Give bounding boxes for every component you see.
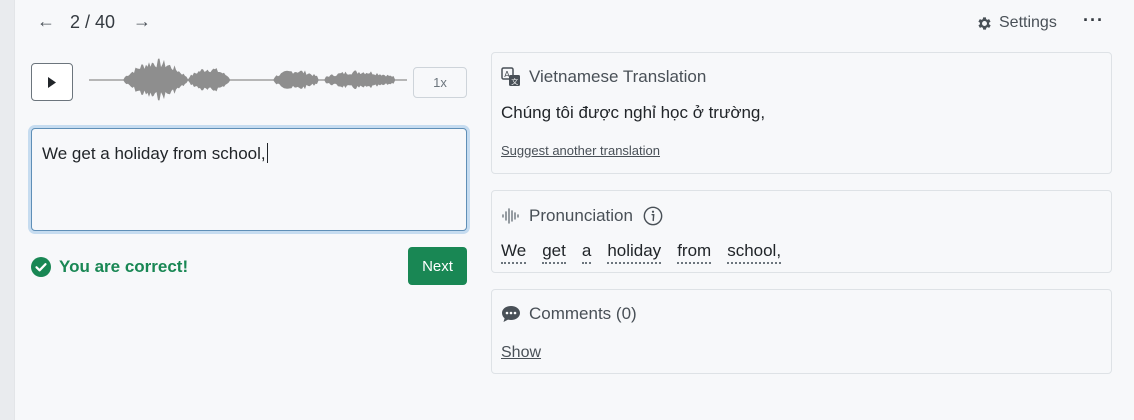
correct-message: You are correct!	[59, 257, 189, 276]
more-options-icon[interactable]: ···	[1083, 10, 1104, 31]
comments-card: Comments (0) Show	[491, 289, 1112, 374]
translation-title: Vietnamese Translation	[529, 67, 707, 86]
word-a[interactable]: a	[581, 241, 592, 264]
play-icon	[48, 76, 56, 88]
correct-feedback: You are correct!	[31, 257, 188, 277]
lesson-page: ← 2 / 40 → Settings ··· 1x We get a holi…	[14, 0, 1134, 420]
comment-icon	[502, 306, 520, 322]
translation-text: Chúng tôi được nghỉ học ở trường,	[501, 103, 766, 122]
playback-speed-button[interactable]: 1x	[413, 67, 467, 98]
comments-title: Comments (0)	[529, 304, 637, 323]
gear-icon	[978, 16, 991, 30]
settings-button[interactable]: Settings	[976, 14, 1057, 32]
soundwave-icon	[502, 208, 519, 224]
audio-waveform[interactable]	[89, 50, 407, 102]
arrow-right-icon[interactable]: →	[133, 10, 151, 32]
info-icon[interactable]	[643, 206, 663, 226]
translation-card: A 文 Vietnamese Translation Chúng tôi đượ…	[491, 52, 1112, 174]
pronunciation-card: Pronunciation We get a holiday from scho…	[491, 190, 1112, 273]
answer-input[interactable]: We get a holiday from school,	[31, 128, 467, 231]
sentence-counter: 2 / 40	[70, 12, 116, 32]
text-caret	[266, 143, 268, 163]
suggest-translation-link[interactable]: Suggest another translation	[501, 143, 660, 158]
word-get[interactable]: get	[542, 241, 566, 264]
word-holiday[interactable]: holiday	[607, 241, 662, 264]
check-circle-icon	[31, 257, 51, 277]
answer-text: We get a holiday from school,	[42, 144, 266, 163]
translate-icon: A 文	[501, 67, 520, 86]
play-button[interactable]	[31, 63, 73, 101]
word-we[interactable]: We	[501, 241, 527, 264]
word-from[interactable]: from	[677, 241, 712, 264]
arrow-left-icon[interactable]: ←	[37, 10, 55, 32]
next-button[interactable]: Next	[408, 247, 467, 285]
pronunciation-words: We get a holiday from school,	[501, 241, 782, 264]
show-comments-link[interactable]: Show	[501, 344, 541, 362]
svg-text:文: 文	[511, 77, 518, 86]
settings-label: Settings	[999, 14, 1057, 31]
pronunciation-title: Pronunciation	[529, 206, 633, 225]
word-school[interactable]: school,	[727, 241, 782, 264]
